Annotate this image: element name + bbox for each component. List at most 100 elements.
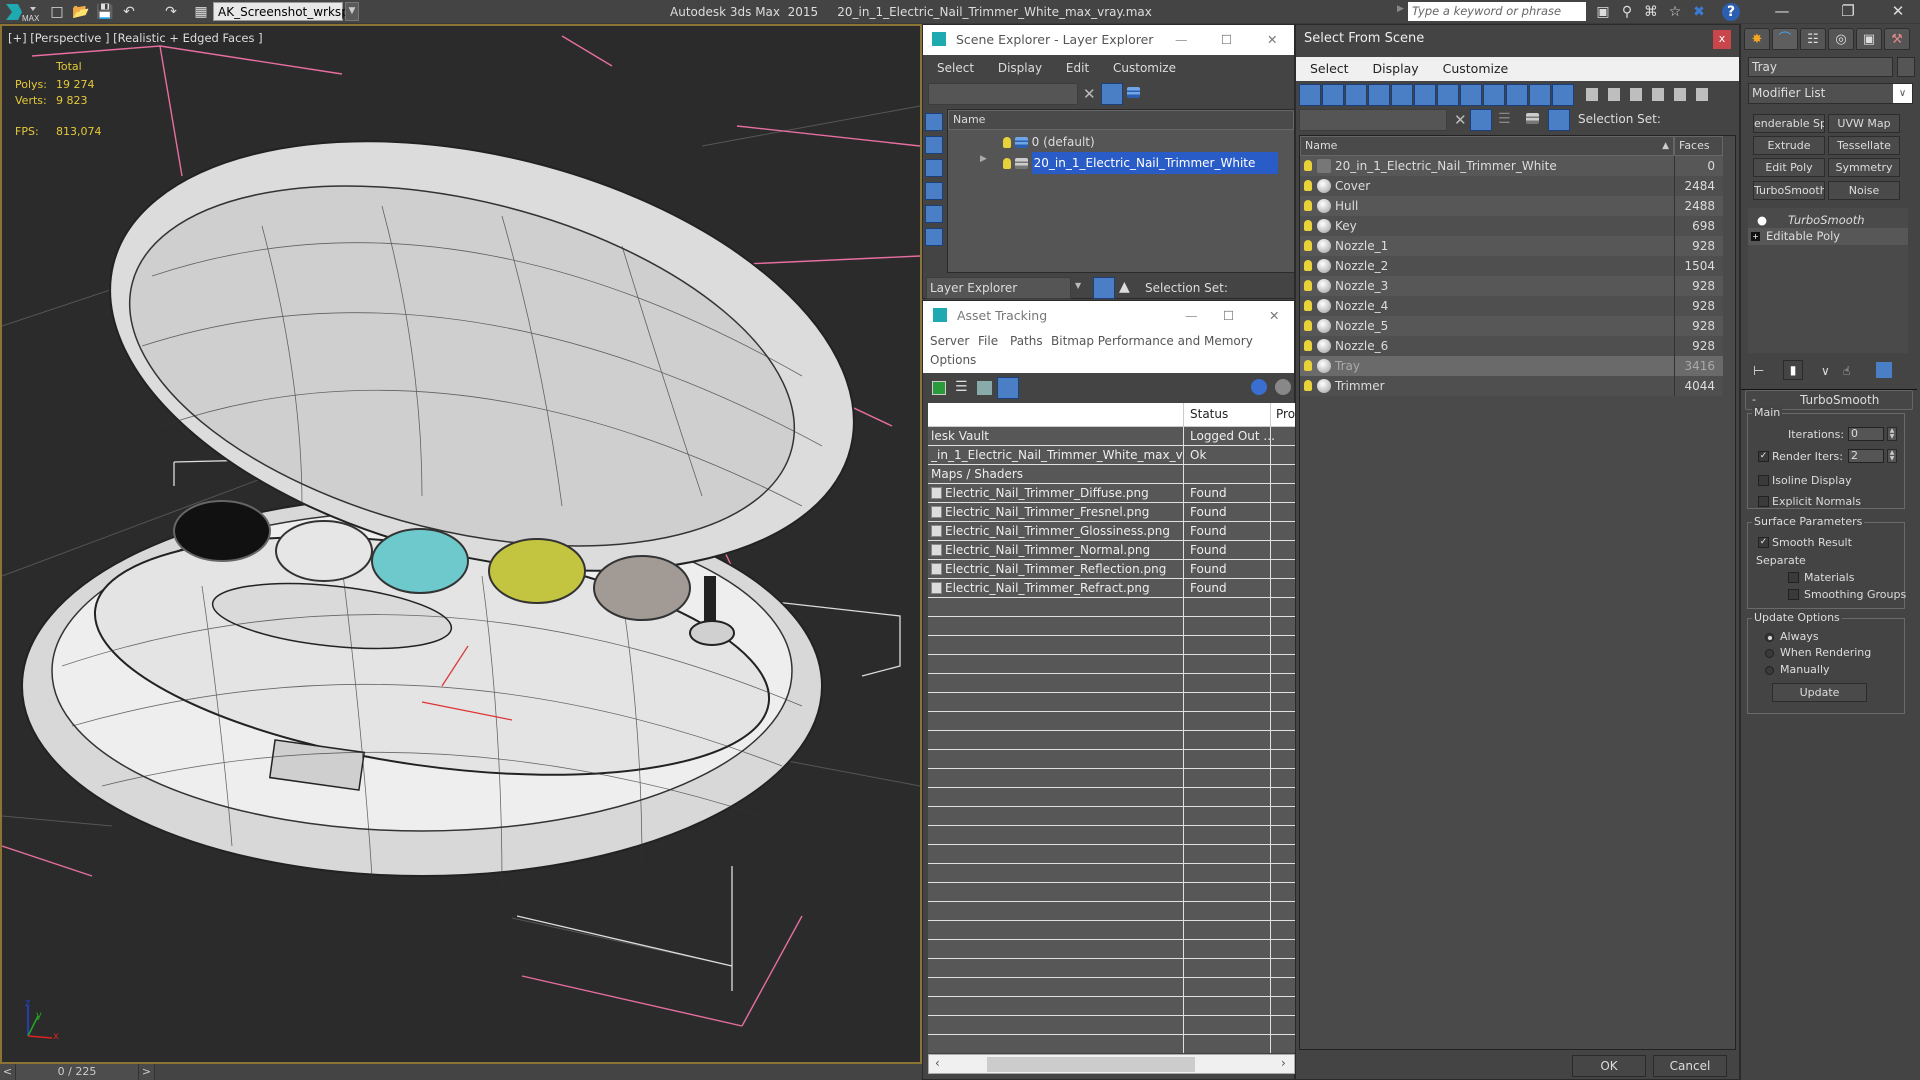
menu-options[interactable]: Options <box>930 353 976 367</box>
ok-button[interactable]: OK <box>1572 1055 1646 1077</box>
layer-options-icon[interactable]: ☰ <box>1498 111 1511 127</box>
new-file-icon[interactable]: □ <box>48 3 66 21</box>
menu-edit[interactable]: Edit <box>1066 61 1089 75</box>
modifier-button-edit-poly[interactable]: Edit Poly <box>1753 158 1825 177</box>
filter-cameras-icon[interactable] <box>1368 84 1390 106</box>
visibility-bulb-icon[interactable] <box>1304 260 1312 271</box>
menu-paths[interactable]: Paths <box>1010 334 1043 348</box>
select-all-icon[interactable] <box>1586 88 1598 101</box>
visibility-bulb-icon[interactable] <box>1304 300 1312 311</box>
save-icon[interactable]: 💾 <box>96 3 114 21</box>
filter-frozen-icon[interactable] <box>1529 84 1551 106</box>
show-end-result-icon[interactable]: ▮ <box>1783 360 1803 380</box>
visibility-bulb-icon[interactable] <box>1304 160 1312 171</box>
modifier-button-noise[interactable]: Noise <box>1828 181 1900 200</box>
app-menu-button[interactable]: MAX <box>2 1 40 23</box>
find-input[interactable] <box>928 83 1078 105</box>
modifier-list-dropdown[interactable]: Modifier List <box>1748 83 1913 104</box>
select-none-icon[interactable] <box>1608 88 1620 101</box>
thumbnail-view-icon[interactable] <box>977 381 992 395</box>
modifier-button-renderable-spline[interactable]: enderable Splin <box>1753 114 1825 133</box>
exchange-icon[interactable]: ✖ <box>1690 3 1708 21</box>
configure-modifier-sets-icon[interactable] <box>1876 362 1892 378</box>
satellite-icon[interactable]: ⌘ <box>1642 3 1660 21</box>
visibility-bulb-icon[interactable] <box>1304 180 1312 191</box>
redo-icon[interactable]: ↷ <box>162 3 180 21</box>
column-header-name[interactable]: Name ▲ <box>1300 136 1674 156</box>
object-row[interactable]: Nozzle_1 928 <box>1300 236 1723 256</box>
when-rendering-radio[interactable] <box>1765 649 1774 658</box>
modify-tab-icon[interactable]: ⌒ <box>1772 28 1798 50</box>
scroll-left-icon[interactable]: ‹ <box>935 1056 940 1070</box>
select-invert-icon[interactable] <box>1630 88 1642 101</box>
column-proxy[interactable]: Prox <box>1276 407 1295 421</box>
filter-spacewarps-icon[interactable] <box>1414 84 1436 106</box>
object-row[interactable]: Key 698 <box>1300 216 1723 236</box>
object-color-swatch[interactable] <box>1897 57 1915 77</box>
render-iters-input[interactable]: 2 <box>1848 449 1884 463</box>
modifier-button-tessellate[interactable]: Tessellate <box>1828 136 1900 155</box>
scroll-right-icon[interactable]: › <box>1281 1056 1286 1070</box>
perspective-viewport[interactable]: z y x [+] [Perspective ] [Realistic + Ed… <box>0 24 922 1064</box>
explorer-mode-dropdown[interactable]: Layer Explorer <box>926 277 1071 299</box>
iterations-input[interactable]: 0 <box>1848 427 1884 441</box>
display-lights-icon[interactable] <box>925 159 943 177</box>
asset-row[interactable]: Electric_Nail_Trimmer_Glossiness.png Foun… <box>928 522 1295 541</box>
visibility-bulb-icon[interactable] <box>1304 340 1312 351</box>
menu-file[interactable]: File <box>978 334 998 348</box>
object-row[interactable]: Nozzle_2 1504 <box>1300 256 1723 276</box>
stack-item-editable-poly[interactable]: + Editable Poly <box>1748 228 1908 245</box>
filter-toggle-icon[interactable] <box>1470 109 1492 131</box>
update-button[interactable]: Update <box>1772 683 1867 702</box>
clear-find-icon[interactable]: ✕ <box>1454 111 1467 129</box>
asset-row[interactable]: Maps / Shaders <box>928 465 1295 484</box>
filter-geometry-icon[interactable] <box>1299 84 1321 106</box>
horizontal-scrollbar[interactable]: ‹ › <box>928 1054 1295 1074</box>
time-slider[interactable]: 0 / 225 <box>16 1064 139 1080</box>
close-button[interactable]: ✕ <box>1876 0 1920 24</box>
object-name-field[interactable]: Tray <box>1748 57 1893 77</box>
menu-customize[interactable]: Customize <box>1443 61 1509 76</box>
layer-options-icon[interactable] <box>1127 85 1145 103</box>
modifier-button-extrude[interactable]: Extrude <box>1753 136 1825 155</box>
display-geometry-icon[interactable] <box>925 113 943 131</box>
previous-frame-button[interactable]: < <box>0 1064 16 1080</box>
filter-groups-icon[interactable] <box>1437 84 1459 106</box>
motion-tab-icon[interactable]: ◎ <box>1828 28 1854 50</box>
filter-containers-icon[interactable] <box>1506 84 1528 106</box>
menu-bitmap-performance[interactable]: Bitmap Performance and Memory <box>1051 334 1253 348</box>
filter-toggle-icon[interactable] <box>1101 83 1123 105</box>
object-row[interactable]: Hull 2488 <box>1300 196 1723 216</box>
create-tab-icon[interactable]: ✸ <box>1744 28 1770 50</box>
expand-arrow-icon[interactable]: ▶ <box>980 154 987 164</box>
sort-by-layer-icon[interactable] <box>1093 277 1115 299</box>
find-input[interactable] <box>1299 109 1447 131</box>
cancel-button[interactable]: Cancel <box>1653 1055 1727 1077</box>
column-header-name[interactable]: Name <box>948 110 1294 130</box>
asset-row[interactable]: Electric_Nail_Trimmer_Diffuse.png Found <box>928 484 1295 503</box>
refresh-icon[interactable] <box>932 381 946 395</box>
layer-row[interactable]: 0 (default) <box>1003 132 1293 152</box>
maximize-icon[interactable]: ☐ <box>1221 25 1232 55</box>
help-online-icon[interactable] <box>1251 379 1267 395</box>
key-icon[interactable]: ⚲ <box>1618 3 1636 21</box>
minimize-icon[interactable]: — <box>1185 301 1198 331</box>
object-row[interactable]: Cover 2484 <box>1300 176 1723 196</box>
filter-bones-icon[interactable] <box>1483 84 1505 106</box>
asset-row[interactable]: Electric_Nail_Trimmer_Refract.png Found <box>928 579 1295 598</box>
display-shapes-icon[interactable] <box>925 136 943 154</box>
lightbulb-icon[interactable]: ● <box>1757 212 1767 229</box>
project-folder-icon[interactable]: ▦ <box>192 3 210 21</box>
dropdown-arrow-icon[interactable]: ▼ <box>1075 281 1081 290</box>
explicit-normals-checkbox[interactable] <box>1758 496 1769 507</box>
remove-modifier-icon[interactable]: ☝ <box>1843 364 1850 378</box>
object-row[interactable]: Trimmer 4044 <box>1300 376 1723 396</box>
close-icon[interactable]: ✕ <box>1267 25 1277 55</box>
menu-display[interactable]: Display <box>998 61 1042 75</box>
smooth-result-checkbox[interactable]: ✓ <box>1758 537 1769 548</box>
menu-select[interactable]: Select <box>1310 61 1349 76</box>
close-icon[interactable]: ✕ <box>1269 301 1279 331</box>
object-row[interactable]: Nozzle_4 928 <box>1300 296 1723 316</box>
asset-row[interactable]: Electric_Nail_Trimmer_Fresnel.png Found <box>928 503 1295 522</box>
workspace-selector[interactable]: AK_Screenshot_wrksp <box>213 2 349 21</box>
